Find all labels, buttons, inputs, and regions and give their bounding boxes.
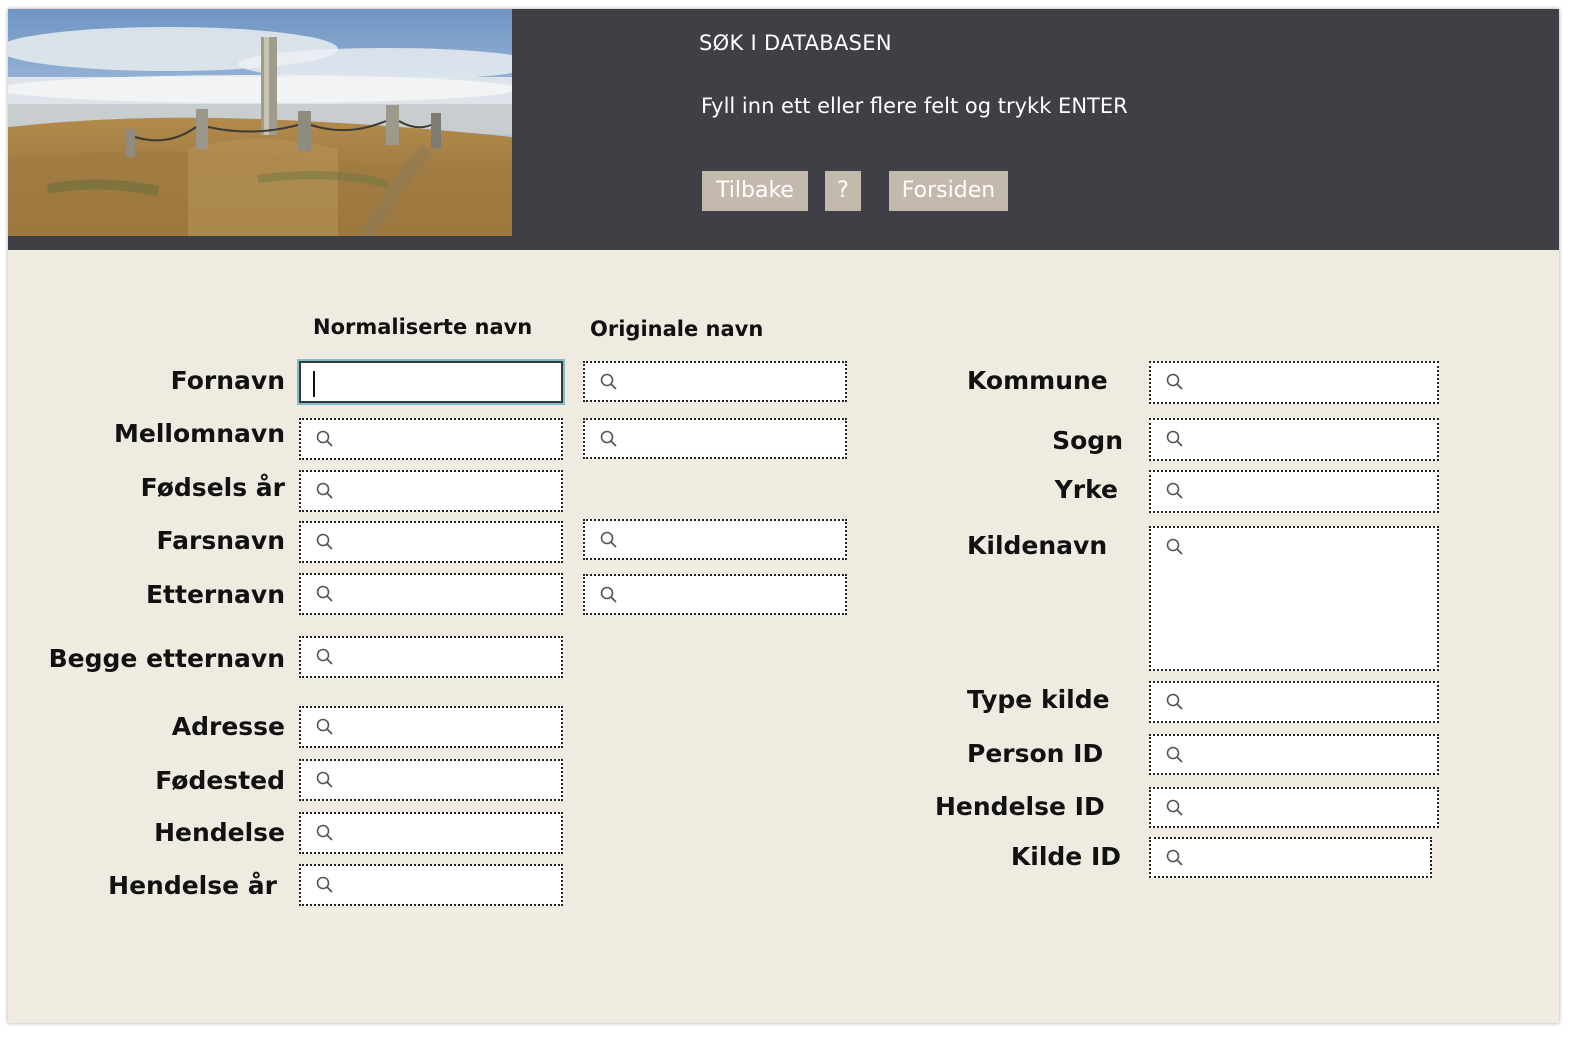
search-icon bbox=[1166, 538, 1183, 555]
hendelse-input[interactable] bbox=[299, 812, 563, 854]
fornavn-original-input[interactable] bbox=[583, 361, 847, 402]
search-icon bbox=[316, 876, 333, 893]
text-caret bbox=[313, 371, 315, 397]
sogn-input[interactable] bbox=[1149, 418, 1439, 461]
label-etternavn: Etternavn bbox=[145, 580, 285, 609]
column-heading-normalized: Normaliserte navn bbox=[313, 315, 533, 339]
person-id-input[interactable] bbox=[1149, 734, 1439, 775]
back-button[interactable]: Tilbake bbox=[702, 171, 808, 211]
search-page: SØK I DATABASEN Fyll inn ett eller flere… bbox=[8, 9, 1559, 1023]
label-hendelse-id: Hendelse ID bbox=[935, 792, 1105, 821]
mellomnavn-input[interactable] bbox=[299, 418, 563, 460]
adresse-input[interactable] bbox=[299, 706, 563, 748]
label-kildenavn: Kildenavn bbox=[967, 531, 1108, 560]
yrke-input[interactable] bbox=[1149, 470, 1439, 513]
search-icon bbox=[316, 430, 333, 447]
begge-etternavn-input[interactable] bbox=[299, 636, 563, 678]
search-icon bbox=[1166, 746, 1183, 763]
search-icon bbox=[600, 586, 617, 603]
search-icon bbox=[316, 482, 333, 499]
fodselsar-input[interactable] bbox=[299, 470, 563, 512]
etternavn-input[interactable] bbox=[299, 573, 563, 615]
label-person-id: Person ID bbox=[967, 739, 1104, 768]
label-hendelse-ar: Hendelse år bbox=[108, 871, 277, 900]
label-kilde-id: Kilde ID bbox=[1010, 842, 1121, 871]
fornavn-input[interactable] bbox=[299, 361, 563, 403]
header-photo bbox=[8, 9, 512, 236]
hendelse-ar-input[interactable] bbox=[299, 864, 563, 906]
search-icon bbox=[316, 718, 333, 735]
kommune-input[interactable] bbox=[1149, 361, 1439, 404]
header-bar: SØK I DATABASEN Fyll inn ett eller flere… bbox=[8, 9, 1559, 250]
label-adresse: Adresse bbox=[171, 712, 285, 741]
home-button[interactable]: Forsiden bbox=[889, 171, 1008, 211]
search-icon bbox=[600, 373, 617, 390]
label-fodselsar: Fødsels år bbox=[140, 473, 285, 502]
search-icon bbox=[316, 771, 333, 788]
search-icon bbox=[1166, 373, 1183, 390]
search-icon bbox=[1166, 430, 1183, 447]
search-icon bbox=[600, 430, 617, 447]
label-yrke: Yrke bbox=[1054, 475, 1118, 504]
label-begge-etternavn: Begge etternavn bbox=[48, 644, 285, 673]
etternavn-original-input[interactable] bbox=[583, 574, 847, 615]
label-sogn: Sogn bbox=[1052, 426, 1123, 455]
search-icon bbox=[1166, 849, 1183, 866]
search-icon bbox=[316, 824, 333, 841]
search-icon bbox=[316, 533, 333, 550]
kilde-id-input[interactable] bbox=[1149, 837, 1432, 878]
label-type-kilde: Type kilde bbox=[967, 685, 1110, 714]
search-icon bbox=[600, 531, 617, 548]
hendelse-id-input[interactable] bbox=[1149, 787, 1439, 828]
search-icon bbox=[1166, 799, 1183, 816]
farsnavn-input[interactable] bbox=[299, 521, 563, 563]
label-farsnavn: Farsnavn bbox=[156, 526, 285, 555]
search-icon bbox=[1166, 482, 1183, 499]
search-icon bbox=[316, 585, 333, 602]
help-button[interactable]: ? bbox=[825, 171, 861, 211]
mellomnavn-original-input[interactable] bbox=[583, 418, 847, 459]
instruction-text: Fyll inn ett eller flere felt og trykk E… bbox=[701, 94, 1128, 118]
kildenavn-textarea[interactable] bbox=[1149, 526, 1439, 671]
label-hendelse: Hendelse bbox=[154, 818, 285, 847]
fodested-input[interactable] bbox=[299, 759, 563, 801]
label-fornavn: Fornavn bbox=[170, 366, 285, 395]
column-heading-original: Originale navn bbox=[590, 317, 764, 341]
farsnavn-original-input[interactable] bbox=[583, 519, 847, 560]
search-icon bbox=[316, 648, 333, 665]
search-icon bbox=[1166, 693, 1183, 710]
type-kilde-input[interactable] bbox=[1149, 681, 1439, 723]
label-fodested: Fødested bbox=[155, 766, 285, 795]
page-title: SØK I DATABASEN bbox=[699, 31, 892, 55]
label-mellomnavn: Mellomnavn bbox=[114, 419, 285, 448]
label-kommune: Kommune bbox=[967, 366, 1108, 395]
